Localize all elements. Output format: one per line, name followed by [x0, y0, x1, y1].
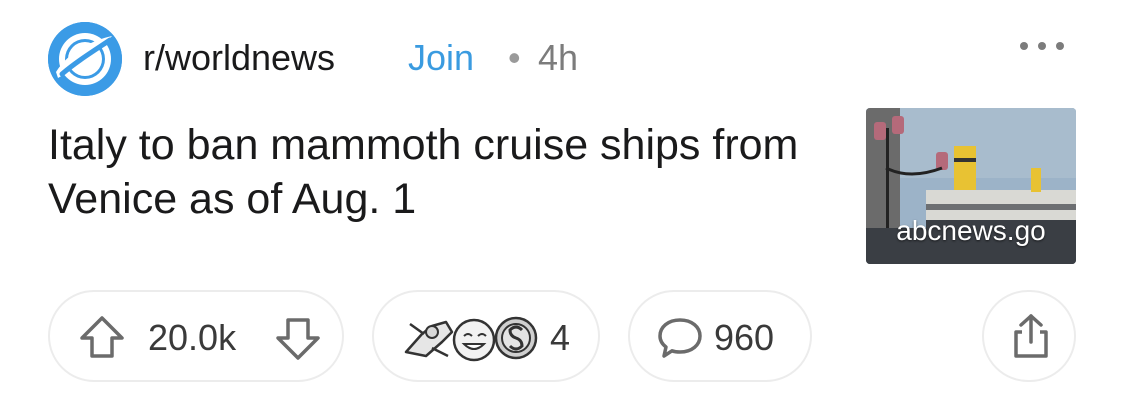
thumbnail-domain: abcnews.go — [896, 215, 1046, 246]
silver-award-icon — [494, 316, 538, 360]
post-header: r/worldnews Join • 4h — [48, 22, 1088, 98]
more-options-icon[interactable] — [1020, 36, 1068, 56]
vote-bar: 20.0k — [48, 290, 344, 382]
post-title[interactable]: Italy to ban mammoth cruise ships from V… — [48, 118, 838, 226]
planet-orbit-icon[interactable] — [48, 22, 122, 96]
share-icon — [1008, 312, 1054, 362]
post-thumbnail[interactable]: abcnews.go — [866, 108, 1076, 264]
comment-bubble-icon — [656, 314, 704, 362]
award-count: 4 — [550, 317, 571, 358]
award-icons — [402, 312, 548, 364]
share-button[interactable] — [982, 290, 1076, 382]
upvote-arrow-icon[interactable] — [78, 314, 126, 362]
join-button[interactable]: Join — [408, 36, 474, 80]
comment-count: 960 — [714, 317, 775, 358]
subreddit-name[interactable]: r/worldnews — [143, 36, 335, 80]
downvote-arrow-icon[interactable] — [274, 314, 322, 362]
grinning-face-award-icon — [452, 318, 496, 362]
comments-button[interactable]: 960 — [628, 290, 812, 382]
separator-dot: • — [508, 37, 521, 78]
post-age: 4h — [538, 37, 579, 78]
vote-score: 20.0k — [148, 317, 237, 358]
arm-wrestle-award-icon — [404, 320, 454, 358]
awards-button[interactable]: 4 — [372, 290, 600, 382]
